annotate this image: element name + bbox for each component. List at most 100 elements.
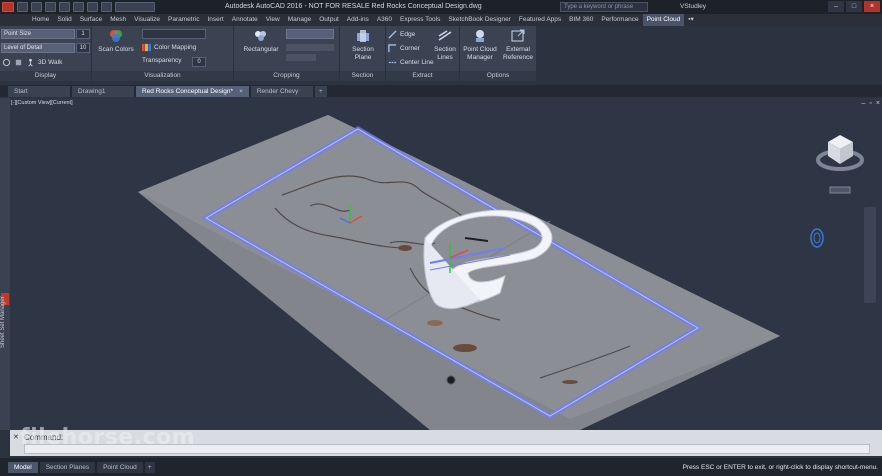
center-line-icon xyxy=(388,61,397,64)
ribbon-tab-sketchbook-designer[interactable]: SketchBook Designer xyxy=(444,14,515,26)
color-mapping-row[interactable]: Color Mapping xyxy=(142,43,196,52)
new-tab-button[interactable]: + xyxy=(314,86,327,97)
ribbon-tab-parametric[interactable]: Parametric xyxy=(164,14,203,26)
close-button[interactable]: × xyxy=(864,1,880,12)
external-reference-icon xyxy=(511,29,525,42)
file-tab[interactable]: Start xyxy=(8,86,70,97)
ribbon-tab-output[interactable]: Output xyxy=(315,14,343,26)
external-reference-label: External Reference xyxy=(503,46,533,61)
ribbon-tab-featured-apps[interactable]: Featured Apps xyxy=(515,14,565,26)
corner-button[interactable]: Corner xyxy=(388,44,420,53)
app-menu-icon[interactable] xyxy=(2,2,14,12)
color-scheme-select[interactable] xyxy=(142,29,206,39)
open-icon[interactable] xyxy=(31,2,42,12)
transparency-row: Transparency xyxy=(142,57,198,64)
title-bar: Autodesk AutoCAD 2016 - NOT FOR RESALE R… xyxy=(0,0,882,14)
command-line-close-icon[interactable]: ✕ xyxy=(13,433,19,441)
ribbon-overflow-icon[interactable]: ▪▾ xyxy=(684,14,698,26)
transparency-field[interactable]: 0 xyxy=(192,57,206,67)
color-mapping-label: Color Mapping xyxy=(154,44,197,51)
section-plane-icon xyxy=(357,30,369,42)
center-line-button[interactable]: Center Line xyxy=(388,58,434,67)
display-panel: Point Size 1 Level of Detail 10 3D Walk … xyxy=(0,26,92,81)
help-search-input[interactable]: Type a keyword or phrase xyxy=(560,2,648,12)
layout-tab[interactable]: Point Cloud xyxy=(97,461,143,473)
corner-icon xyxy=(388,44,397,53)
3d-walk-button[interactable]: 3D Walk xyxy=(38,59,62,66)
close-tab-icon[interactable]: × xyxy=(239,88,243,95)
scan-colors-icon xyxy=(110,30,122,42)
level-of-detail-field[interactable]: 10 xyxy=(76,43,90,53)
point-cloud-manager-icon xyxy=(476,30,484,42)
section-lines-button[interactable]: Section Lines xyxy=(430,28,460,62)
ribbon-tab-point-cloud[interactable]: Point Cloud xyxy=(642,14,685,26)
file-tab-label: Render Chevy xyxy=(256,88,299,95)
file-tab[interactable]: Render Chevy xyxy=(250,86,313,97)
ribbon-tab-mesh[interactable]: Mesh xyxy=(106,14,130,26)
plot-icon[interactable] xyxy=(73,2,84,12)
drawing-viewport[interactable]: [-][Custom View][Current] – ▫ × xyxy=(10,98,882,430)
file-tab[interactable]: Red Rocks Conceptual Design* × xyxy=(136,86,249,97)
ribbon-tab-add-ins[interactable]: Add-ins xyxy=(343,14,373,26)
walk-person-icon[interactable] xyxy=(26,58,35,67)
fly-tool-icon[interactable] xyxy=(14,58,23,67)
layout-tab[interactable]: Section Planes xyxy=(39,461,96,473)
level-of-detail-label: Level of Detail xyxy=(1,43,75,53)
ribbon-tab-visualize[interactable]: Visualize xyxy=(130,14,164,26)
user-account[interactable]: VStudley xyxy=(680,3,706,10)
file-tab-label: Start xyxy=(14,88,28,95)
display-panel-title: Display xyxy=(0,71,91,81)
section-lines-icon xyxy=(438,30,452,41)
sheet-set-palette-strip[interactable]: Sheet Set Manager xyxy=(0,98,10,430)
autocad-window: Autodesk AutoCAD 2016 - NOT FOR RESALE R… xyxy=(0,0,882,476)
ribbon-tab-home[interactable]: Home xyxy=(28,14,53,26)
scan-colors-button[interactable]: Scan Colors xyxy=(96,28,136,54)
ribbon-tab-surface[interactable]: Surface xyxy=(76,14,106,26)
ribbon-tab-express-tools[interactable]: Express Tools xyxy=(396,14,444,26)
ribbon-tab-annotate[interactable]: Annotate xyxy=(228,14,262,26)
point-size-field[interactable]: 1 xyxy=(76,29,90,39)
add-layout-button[interactable]: + xyxy=(144,461,155,473)
ribbon-tab-insert[interactable]: Insert xyxy=(203,14,227,26)
edge-button[interactable]: Edge xyxy=(388,30,415,39)
redo-icon[interactable] xyxy=(101,2,112,12)
ribbon: Point Size 1 Level of Detail 10 3D Walk … xyxy=(0,26,536,81)
external-reference-button[interactable]: External Reference xyxy=(500,28,536,62)
navigation-wheel-icon[interactable] xyxy=(810,228,824,248)
workspace-dropdown-icon[interactable] xyxy=(115,2,155,12)
navigation-bar[interactable] xyxy=(864,207,876,303)
section-plane-label: Section Plane xyxy=(352,46,374,61)
minimize-button[interactable]: – xyxy=(828,1,844,12)
extract-panel: Edge Corner Center Line Section Lines Ex… xyxy=(386,26,460,81)
model-space-canvas xyxy=(138,115,864,430)
ribbon-tab-solid[interactable]: Solid xyxy=(53,14,75,26)
visualization-panel-title: Visualization xyxy=(92,71,233,81)
ribbon-tabs: Home Solid Surface Mesh Visualize Parametric I… xyxy=(0,14,882,26)
walk-tool-icon[interactable] xyxy=(2,58,11,67)
undo-icon[interactable] xyxy=(87,2,98,12)
rectangular-crop-button[interactable]: Rectangular xyxy=(238,28,284,54)
rectangular-crop-icon xyxy=(255,31,266,41)
layout-tab[interactable]: Model xyxy=(8,461,38,473)
section-lines-label: Section Lines xyxy=(434,46,456,61)
ribbon-tab-manage[interactable]: Manage xyxy=(284,14,316,26)
save-icon[interactable] xyxy=(45,2,56,12)
crop-state-field[interactable] xyxy=(286,29,334,39)
ribbon-empty-area xyxy=(536,26,882,81)
edge-icon xyxy=(388,30,397,39)
ribbon-tab-view[interactable]: View xyxy=(262,14,284,26)
file-tab[interactable]: Drawing1 xyxy=(72,86,134,97)
ribbon-tab-bim-360[interactable]: BIM 360 xyxy=(565,14,597,26)
viewcube-icon[interactable] xyxy=(816,135,864,194)
maximize-button[interactable]: □ xyxy=(846,1,862,12)
point-cloud-manager-button[interactable]: Point Cloud Manager xyxy=(461,28,499,62)
ribbon-tab-a360[interactable]: A360 xyxy=(373,14,396,26)
file-tab-label: Drawing1 xyxy=(78,88,106,95)
new-icon[interactable] xyxy=(17,2,28,12)
display-tools-row: 3D Walk xyxy=(2,58,62,67)
ribbon-tab-performance[interactable]: Performance xyxy=(597,14,642,26)
status-message: Press ESC or ENTER to exit, or right-cli… xyxy=(682,464,878,471)
section-plane-button[interactable]: Section Plane xyxy=(344,28,382,62)
save-as-icon[interactable] xyxy=(59,2,70,12)
options-panel-title: Options xyxy=(460,71,536,81)
